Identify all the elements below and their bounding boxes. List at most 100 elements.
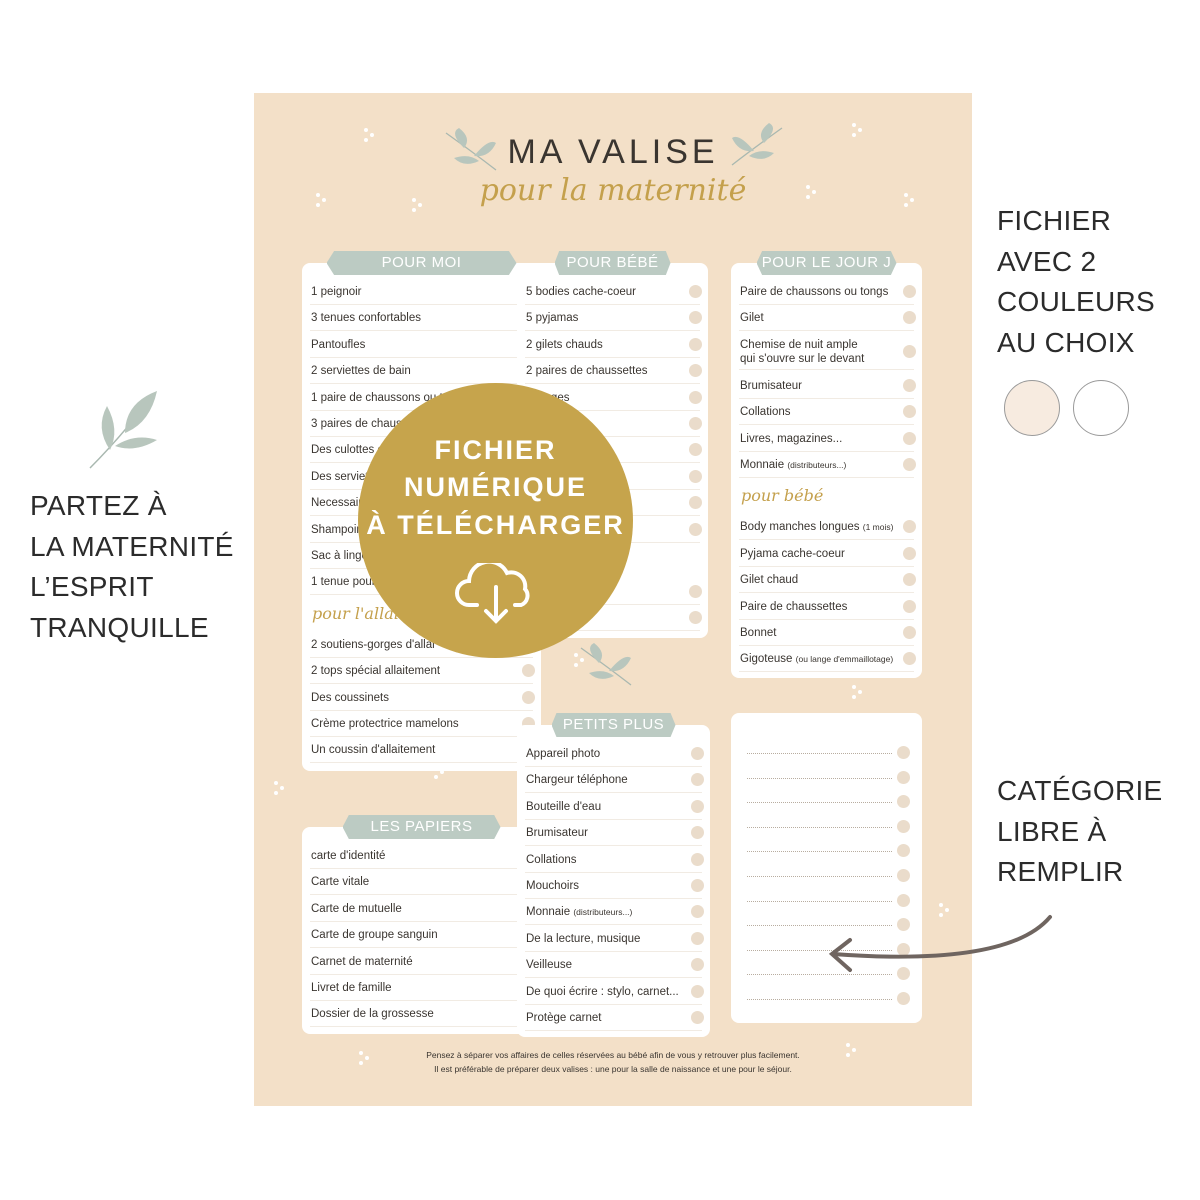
checklist-item[interactable]: Paire de chaussettes [739, 594, 916, 620]
checklist-item[interactable]: Carte de groupe sanguin [310, 922, 535, 949]
blank-line[interactable] [747, 999, 892, 1000]
color-swatch-white[interactable] [1073, 380, 1129, 436]
checkbox-circle[interactable] [691, 852, 704, 866]
checklist-item[interactable]: 5 pyjamas [525, 305, 702, 332]
checkbox-circle[interactable] [691, 773, 704, 787]
checklist-item[interactable]: Livres, magazines... [739, 426, 916, 452]
checklist-item[interactable]: Protège carnet [525, 1005, 704, 1031]
checklist-item[interactable]: 2 serviettes de bain [310, 358, 535, 385]
checkbox-circle[interactable] [691, 879, 704, 892]
checklist-item[interactable]: Des coussinets [310, 685, 535, 711]
checkbox-circle[interactable] [903, 573, 916, 587]
checkbox-circle[interactable] [689, 443, 702, 457]
checkbox-circle[interactable] [897, 992, 910, 1005]
checkbox-circle[interactable] [903, 378, 916, 392]
checkbox-circle[interactable] [897, 869, 910, 882]
checklist-item[interactable]: carte d'identité [310, 843, 535, 869]
checkbox-circle[interactable] [691, 958, 704, 972]
blank-line[interactable] [747, 777, 892, 779]
checklist-item[interactable]: Pyjama cache-coeur [739, 541, 916, 567]
checklist-item[interactable]: Dossier de la grossesse [310, 1001, 535, 1028]
blank-line[interactable] [747, 851, 892, 853]
checkbox-circle[interactable] [897, 746, 910, 759]
checkbox-circle[interactable] [903, 311, 916, 325]
checkbox-circle[interactable] [903, 405, 916, 419]
checklist-item[interactable]: Appareil photo [525, 741, 704, 767]
checklist-item[interactable]: Gigoteuse (ou lange d'emmaillotage) [739, 646, 916, 673]
checklist-item[interactable]: Crème protectrice mamelons [310, 711, 535, 737]
checkbox-circle[interactable] [689, 522, 702, 536]
checkbox-circle[interactable] [897, 844, 910, 858]
checklist-item[interactable]: Brumisateur [525, 820, 704, 847]
checklist-item[interactable]: Paire de chaussons ou tongs [739, 279, 916, 305]
checklist-item[interactable]: De la lecture, musique [525, 926, 704, 952]
color-swatch-beige[interactable] [1004, 380, 1060, 436]
blank-line[interactable] [747, 802, 892, 804]
checkbox-circle[interactable] [689, 469, 702, 483]
checkbox-circle[interactable] [903, 520, 916, 534]
checklist-item[interactable]: Mouchoirs [525, 873, 704, 899]
checklist-item[interactable]: 2 gilets chauds [525, 332, 702, 358]
checkbox-circle[interactable] [897, 795, 910, 809]
checklist-item[interactable]: Gilet chaud [739, 567, 916, 594]
checkbox-circle[interactable] [522, 664, 535, 678]
checklist-item[interactable]: 5 bodies cache-coeur [525, 279, 702, 305]
checkbox-circle[interactable] [903, 626, 916, 639]
checklist-item[interactable]: Bonnet [739, 620, 916, 646]
checkbox-circle[interactable] [903, 344, 916, 358]
checkbox-circle[interactable] [691, 984, 704, 998]
checklist-item[interactable]: Carte de mutuelle [310, 896, 535, 922]
checkbox-circle[interactable] [689, 311, 702, 325]
checkbox-circle[interactable] [897, 893, 910, 907]
checkbox-circle[interactable] [522, 690, 535, 704]
checklist-item[interactable]: Chargeur téléphone [525, 767, 704, 794]
checklist-item[interactable]: 3 tenues confortables [310, 305, 535, 332]
checkbox-circle[interactable] [691, 747, 704, 760]
checklist-item[interactable]: 1 peignoir [310, 279, 535, 305]
checkbox-circle[interactable] [689, 496, 702, 510]
blank-line[interactable] [747, 753, 892, 754]
checkbox-circle[interactable] [691, 1011, 704, 1024]
checklist-item[interactable]: Monnaie (distributeurs...) [739, 452, 916, 478]
checkbox-circle[interactable] [689, 611, 702, 625]
checklist-item[interactable]: Brumisateur [739, 373, 916, 399]
checkbox-circle[interactable] [897, 819, 910, 833]
checkbox-circle[interactable] [903, 458, 916, 471]
checkbox-circle[interactable] [689, 285, 702, 298]
checklist-item[interactable]: 2 paires de chaussettes [525, 358, 702, 385]
checkbox-circle[interactable] [903, 652, 916, 666]
checklist-item[interactable]: Monnaie (distributeurs...) [525, 899, 704, 926]
checkbox-circle[interactable] [903, 599, 916, 613]
checkbox-circle[interactable] [689, 585, 702, 598]
checkbox-circle[interactable] [903, 285, 916, 298]
checkbox-circle[interactable] [903, 431, 916, 445]
checkbox-circle[interactable] [689, 364, 702, 378]
checklist-item[interactable]: Carte vitale [310, 869, 535, 896]
checkbox-circle[interactable] [691, 931, 704, 945]
checklist-item[interactable]: Pantoufles [310, 332, 535, 358]
checklist-item[interactable]: Un coussin d'allaitement [310, 737, 535, 764]
checklist-item[interactable]: Body manches longues (1 mois) [739, 514, 916, 541]
checkbox-circle[interactable] [691, 905, 704, 919]
checkbox-circle[interactable] [691, 826, 704, 840]
checklist-item[interactable]: Bouteille d'eau [525, 794, 704, 820]
blank-line[interactable] [747, 826, 892, 828]
checkbox-circle[interactable] [903, 546, 916, 560]
blank-line[interactable] [747, 900, 892, 902]
checklist-item[interactable]: Veilleuse [525, 952, 704, 979]
checklist-item[interactable]: Gilet [739, 305, 916, 332]
blank-line[interactable] [747, 876, 892, 877]
checklist-item[interactable]: Collations [739, 399, 916, 426]
checklist-item[interactable]: Livret de famille [310, 975, 535, 1001]
checkbox-circle[interactable] [897, 770, 910, 784]
checkbox-circle[interactable] [689, 390, 702, 404]
checklist-item[interactable]: 2 tops spécial allaitement [310, 658, 535, 685]
checklist-item[interactable]: De quoi écrire : stylo, carnet... [525, 979, 704, 1005]
checklist-item[interactable]: Carnet de maternité [310, 949, 535, 975]
checkbox-circle[interactable] [689, 417, 702, 430]
checklist-item[interactable]: Collations [525, 847, 704, 873]
download-badge[interactable]: FICHIER NUMÉRIQUE À TÉLÉCHARGER [358, 383, 633, 658]
checkbox-circle[interactable] [689, 337, 702, 351]
checkbox-circle[interactable] [691, 799, 704, 813]
checklist-item[interactable]: Chemise de nuit ample qui s'ouvre sur le … [739, 332, 916, 370]
